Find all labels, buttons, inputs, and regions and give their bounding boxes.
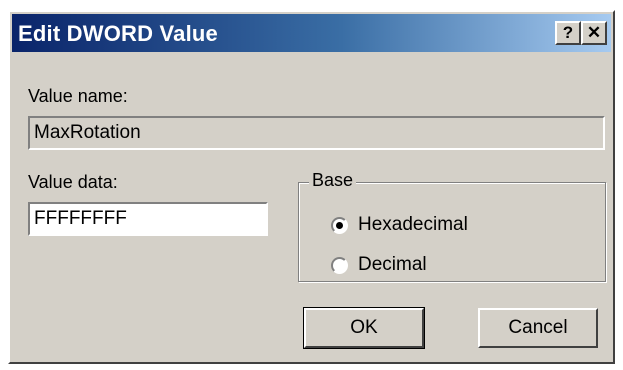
close-button[interactable]: ✕ <box>581 21 607 45</box>
value-name-label: Value name: <box>28 86 128 106</box>
help-button[interactable]: ? <box>555 21 581 45</box>
base-groupbox: Base Hexadecimal Decimal <box>298 170 606 282</box>
title-bar[interactable]: Edit DWORD Value ? ✕ <box>12 14 611 52</box>
question-mark-icon: ? <box>562 23 574 42</box>
hexadecimal-label[interactable]: Hexadecimal <box>358 214 468 236</box>
value-data-input[interactable]: FFFFFFFF <box>28 202 268 236</box>
window-title: Edit DWORD Value <box>18 21 218 46</box>
radio-selected-dot <box>336 221 343 229</box>
value-data-label: Value data: <box>28 172 118 192</box>
base-legend: Base <box>309 170 357 191</box>
ok-button[interactable]: OK <box>303 307 425 349</box>
hexadecimal-radio-icon[interactable] <box>331 216 348 234</box>
hexadecimal-radio-option[interactable]: Hexadecimal <box>331 213 468 237</box>
value-name-field: MaxRotation <box>28 116 605 150</box>
decimal-label[interactable]: Decimal <box>358 254 427 276</box>
cancel-button[interactable]: Cancel <box>478 308 598 348</box>
close-icon: ✕ <box>586 23 602 42</box>
decimal-radio-option[interactable]: Decimal <box>331 253 427 277</box>
decimal-radio-icon[interactable] <box>331 256 348 274</box>
edit-dword-dialog: Edit DWORD Value ? ✕ Value name: MaxRota… <box>8 10 615 364</box>
